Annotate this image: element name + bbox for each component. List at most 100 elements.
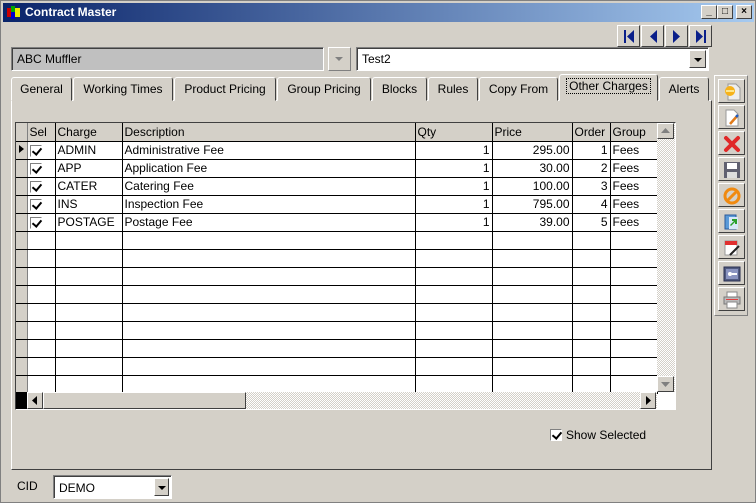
row-indicator[interactable]: [16, 285, 28, 304]
empty-cell[interactable]: [610, 231, 658, 250]
contract-dropdown-button[interactable]: [689, 50, 706, 68]
empty-cell[interactable]: [492, 357, 573, 376]
empty-cell[interactable]: [415, 357, 493, 376]
empty-cell[interactable]: [610, 267, 658, 286]
safe-button[interactable]: [718, 261, 745, 285]
save-button[interactable]: [718, 157, 745, 181]
empty-cell[interactable]: [415, 231, 493, 250]
maximize-button[interactable]: □: [717, 5, 733, 19]
tab-working-times[interactable]: Working Times: [73, 77, 173, 101]
column-header-description[interactable]: Description: [122, 123, 416, 142]
column-header-sel[interactable]: Sel: [27, 123, 56, 142]
empty-cell[interactable]: [415, 375, 493, 394]
table-row[interactable]: INS Inspection Fee 1 795.00 4 Fees: [16, 195, 658, 214]
empty-cell[interactable]: [27, 231, 56, 250]
delete-button[interactable]: [718, 131, 745, 155]
cell-qty[interactable]: 1: [415, 213, 493, 232]
row-indicator[interactable]: [16, 339, 28, 358]
edit-button[interactable]: [718, 105, 745, 129]
cell-description[interactable]: Catering Fee: [122, 177, 416, 196]
cid-dropdown-button[interactable]: [154, 478, 169, 496]
next-record-button[interactable]: [665, 25, 688, 47]
checkbox-checked-icon[interactable]: [29, 198, 42, 211]
cell-sel[interactable]: [27, 213, 56, 232]
cell-description[interactable]: Application Fee: [122, 159, 416, 178]
empty-cell[interactable]: [27, 303, 56, 322]
empty-cell[interactable]: [122, 267, 416, 286]
empty-cell[interactable]: [27, 339, 56, 358]
scroll-left-button[interactable]: [27, 392, 43, 409]
previous-record-button[interactable]: [641, 25, 664, 47]
empty-cell[interactable]: [572, 321, 611, 340]
row-indicator[interactable]: [16, 375, 28, 394]
empty-cell[interactable]: [122, 231, 416, 250]
cell-group[interactable]: Fees: [610, 141, 658, 160]
show-selected-checkbox[interactable]: Show Selected: [550, 428, 646, 442]
cell-sel[interactable]: [27, 195, 56, 214]
empty-cell[interactable]: [415, 321, 493, 340]
copy-button[interactable]: [718, 209, 745, 233]
empty-cell[interactable]: [55, 321, 123, 340]
contract-combo[interactable]: Test2: [356, 47, 709, 71]
row-indicator[interactable]: [16, 177, 28, 196]
empty-row[interactable]: [16, 285, 658, 304]
row-indicator[interactable]: [16, 357, 28, 376]
row-indicator[interactable]: [16, 141, 28, 160]
column-header-order[interactable]: Order: [572, 123, 611, 142]
cid-select[interactable]: DEMO: [53, 475, 172, 499]
cell-charge[interactable]: INS: [55, 195, 123, 214]
empty-cell[interactable]: [572, 339, 611, 358]
last-record-button[interactable]: [689, 25, 712, 47]
checkbox-checked-icon[interactable]: [29, 180, 42, 193]
cell-order[interactable]: 5: [572, 213, 611, 232]
empty-row[interactable]: [16, 267, 658, 286]
tab-group-pricing[interactable]: Group Pricing: [277, 77, 371, 101]
empty-cell[interactable]: [27, 321, 56, 340]
column-header-qty[interactable]: Qty: [415, 123, 493, 142]
empty-cell[interactable]: [27, 267, 56, 286]
cell-sel[interactable]: [27, 159, 56, 178]
checkbox-checked-icon[interactable]: [550, 429, 562, 441]
empty-row[interactable]: [16, 375, 658, 394]
empty-cell[interactable]: [572, 267, 611, 286]
print-button[interactable]: [718, 287, 745, 311]
cell-group[interactable]: Fees: [610, 213, 658, 232]
empty-cell[interactable]: [55, 267, 123, 286]
empty-cell[interactable]: [492, 249, 573, 268]
empty-cell[interactable]: [55, 357, 123, 376]
empty-cell[interactable]: [122, 321, 416, 340]
row-indicator[interactable]: [16, 303, 28, 322]
empty-cell[interactable]: [27, 375, 56, 394]
cell-price[interactable]: 30.00: [492, 159, 573, 178]
cell-qty[interactable]: 1: [415, 195, 493, 214]
row-indicator[interactable]: [16, 195, 28, 214]
empty-cell[interactable]: [610, 339, 658, 358]
empty-cell[interactable]: [27, 357, 56, 376]
empty-cell[interactable]: [572, 357, 611, 376]
empty-cell[interactable]: [415, 285, 493, 304]
tab-copy-from[interactable]: Copy From: [479, 77, 558, 101]
cell-price[interactable]: 795.00: [492, 195, 573, 214]
empty-cell[interactable]: [122, 249, 416, 268]
empty-cell[interactable]: [55, 375, 123, 394]
checkbox-checked-icon[interactable]: [29, 216, 42, 229]
tab-blocks[interactable]: Blocks: [372, 77, 427, 101]
empty-cell[interactable]: [492, 267, 573, 286]
row-indicator[interactable]: [16, 231, 28, 250]
cell-charge[interactable]: POSTAGE: [55, 213, 123, 232]
table-row[interactable]: ADMIN Administrative Fee 1 295.00 1 Fees: [16, 141, 658, 160]
empty-row[interactable]: [16, 357, 658, 376]
row-indicator[interactable]: [16, 213, 28, 232]
row-indicator[interactable]: [16, 267, 28, 286]
table-row[interactable]: POSTAGE Postage Fee 1 39.00 5 Fees: [16, 213, 658, 232]
empty-cell[interactable]: [27, 285, 56, 304]
table-row[interactable]: CATER Catering Fee 1 100.00 3 Fees: [16, 177, 658, 196]
horizontal-scrollbar[interactable]: [16, 392, 657, 409]
cell-price[interactable]: 295.00: [492, 141, 573, 160]
empty-cell[interactable]: [122, 339, 416, 358]
empty-cell[interactable]: [55, 249, 123, 268]
empty-cell[interactable]: [55, 303, 123, 322]
cell-description[interactable]: Administrative Fee: [122, 141, 416, 160]
horizontal-scroll-thumb[interactable]: [43, 392, 246, 409]
tab-alerts[interactable]: Alerts: [659, 77, 709, 101]
